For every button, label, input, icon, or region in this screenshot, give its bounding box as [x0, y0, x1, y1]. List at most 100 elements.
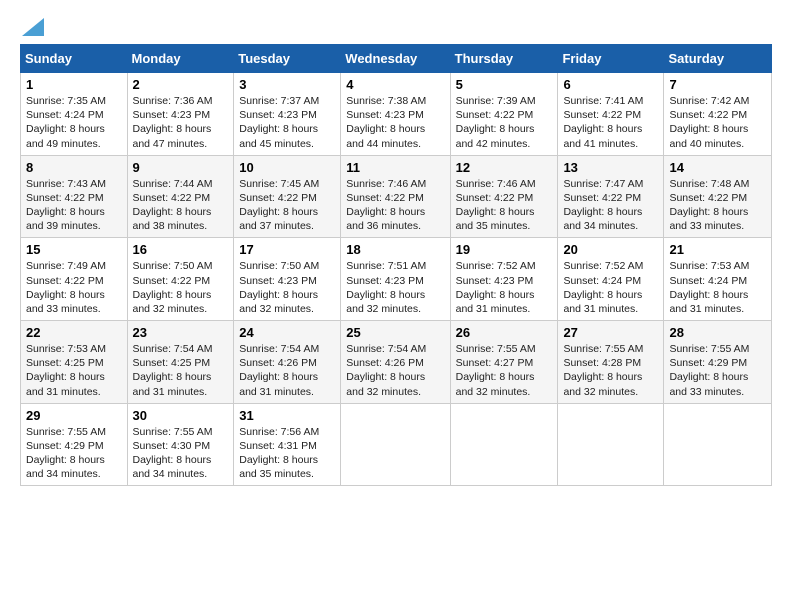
calendar-cell [341, 403, 450, 486]
day-info: Sunrise: 7:46 AM Sunset: 4:22 PM Dayligh… [456, 177, 553, 234]
day-number: 1 [26, 77, 122, 92]
day-info: Sunrise: 7:41 AM Sunset: 4:22 PM Dayligh… [563, 94, 658, 151]
calendar-cell: 27 Sunrise: 7:55 AM Sunset: 4:28 PM Dayl… [558, 321, 664, 404]
day-number: 10 [239, 160, 335, 175]
day-info: Sunrise: 7:56 AM Sunset: 4:31 PM Dayligh… [239, 425, 335, 482]
day-info: Sunrise: 7:52 AM Sunset: 4:24 PM Dayligh… [563, 259, 658, 316]
calendar-table: SundayMondayTuesdayWednesdayThursdayFrid… [20, 44, 772, 486]
day-info: Sunrise: 7:52 AM Sunset: 4:23 PM Dayligh… [456, 259, 553, 316]
day-number: 26 [456, 325, 553, 340]
day-number: 22 [26, 325, 122, 340]
calendar-cell: 13 Sunrise: 7:47 AM Sunset: 4:22 PM Dayl… [558, 155, 664, 238]
day-info: Sunrise: 7:39 AM Sunset: 4:22 PM Dayligh… [456, 94, 553, 151]
day-info: Sunrise: 7:53 AM Sunset: 4:24 PM Dayligh… [669, 259, 766, 316]
calendar-cell: 4 Sunrise: 7:38 AM Sunset: 4:23 PM Dayli… [341, 73, 450, 156]
day-number: 25 [346, 325, 444, 340]
day-number: 6 [563, 77, 658, 92]
calendar-cell: 5 Sunrise: 7:39 AM Sunset: 4:22 PM Dayli… [450, 73, 558, 156]
calendar-week-row: 15 Sunrise: 7:49 AM Sunset: 4:22 PM Dayl… [21, 238, 772, 321]
calendar-header-row: SundayMondayTuesdayWednesdayThursdayFrid… [21, 45, 772, 73]
calendar-cell: 19 Sunrise: 7:52 AM Sunset: 4:23 PM Dayl… [450, 238, 558, 321]
day-info: Sunrise: 7:53 AM Sunset: 4:25 PM Dayligh… [26, 342, 122, 399]
calendar-cell: 21 Sunrise: 7:53 AM Sunset: 4:24 PM Dayl… [664, 238, 772, 321]
logo [20, 18, 44, 36]
header [20, 18, 772, 36]
day-info: Sunrise: 7:49 AM Sunset: 4:22 PM Dayligh… [26, 259, 122, 316]
day-number: 3 [239, 77, 335, 92]
calendar-cell: 8 Sunrise: 7:43 AM Sunset: 4:22 PM Dayli… [21, 155, 128, 238]
calendar-cell: 15 Sunrise: 7:49 AM Sunset: 4:22 PM Dayl… [21, 238, 128, 321]
day-info: Sunrise: 7:38 AM Sunset: 4:23 PM Dayligh… [346, 94, 444, 151]
calendar-week-row: 8 Sunrise: 7:43 AM Sunset: 4:22 PM Dayli… [21, 155, 772, 238]
calendar-cell: 18 Sunrise: 7:51 AM Sunset: 4:23 PM Dayl… [341, 238, 450, 321]
calendar-cell: 23 Sunrise: 7:54 AM Sunset: 4:25 PM Dayl… [127, 321, 234, 404]
calendar-cell: 17 Sunrise: 7:50 AM Sunset: 4:23 PM Dayl… [234, 238, 341, 321]
calendar-header-thursday: Thursday [450, 45, 558, 73]
calendar-cell: 20 Sunrise: 7:52 AM Sunset: 4:24 PM Dayl… [558, 238, 664, 321]
calendar-cell: 12 Sunrise: 7:46 AM Sunset: 4:22 PM Dayl… [450, 155, 558, 238]
day-number: 21 [669, 242, 766, 257]
day-number: 27 [563, 325, 658, 340]
day-info: Sunrise: 7:45 AM Sunset: 4:22 PM Dayligh… [239, 177, 335, 234]
logo-arrow-icon [22, 18, 44, 36]
day-info: Sunrise: 7:42 AM Sunset: 4:22 PM Dayligh… [669, 94, 766, 151]
calendar-cell: 10 Sunrise: 7:45 AM Sunset: 4:22 PM Dayl… [234, 155, 341, 238]
day-number: 7 [669, 77, 766, 92]
day-number: 20 [563, 242, 658, 257]
day-number: 18 [346, 242, 444, 257]
calendar-cell [558, 403, 664, 486]
calendar-cell [664, 403, 772, 486]
day-info: Sunrise: 7:54 AM Sunset: 4:25 PM Dayligh… [133, 342, 229, 399]
page: SundayMondayTuesdayWednesdayThursdayFrid… [0, 0, 792, 496]
day-number: 28 [669, 325, 766, 340]
calendar-cell: 7 Sunrise: 7:42 AM Sunset: 4:22 PM Dayli… [664, 73, 772, 156]
day-number: 13 [563, 160, 658, 175]
calendar-header-saturday: Saturday [664, 45, 772, 73]
calendar-cell: 16 Sunrise: 7:50 AM Sunset: 4:22 PM Dayl… [127, 238, 234, 321]
day-number: 2 [133, 77, 229, 92]
day-number: 23 [133, 325, 229, 340]
calendar-cell [450, 403, 558, 486]
calendar-cell: 22 Sunrise: 7:53 AM Sunset: 4:25 PM Dayl… [21, 321, 128, 404]
day-number: 30 [133, 408, 229, 423]
day-info: Sunrise: 7:43 AM Sunset: 4:22 PM Dayligh… [26, 177, 122, 234]
day-number: 12 [456, 160, 553, 175]
calendar-cell: 30 Sunrise: 7:55 AM Sunset: 4:30 PM Dayl… [127, 403, 234, 486]
calendar-week-row: 22 Sunrise: 7:53 AM Sunset: 4:25 PM Dayl… [21, 321, 772, 404]
calendar-header-friday: Friday [558, 45, 664, 73]
day-number: 5 [456, 77, 553, 92]
calendar-body: 1 Sunrise: 7:35 AM Sunset: 4:24 PM Dayli… [21, 73, 772, 486]
day-number: 14 [669, 160, 766, 175]
calendar-cell: 3 Sunrise: 7:37 AM Sunset: 4:23 PM Dayli… [234, 73, 341, 156]
day-info: Sunrise: 7:55 AM Sunset: 4:29 PM Dayligh… [669, 342, 766, 399]
calendar-header-monday: Monday [127, 45, 234, 73]
day-info: Sunrise: 7:47 AM Sunset: 4:22 PM Dayligh… [563, 177, 658, 234]
calendar-header-tuesday: Tuesday [234, 45, 341, 73]
calendar-cell: 28 Sunrise: 7:55 AM Sunset: 4:29 PM Dayl… [664, 321, 772, 404]
day-number: 24 [239, 325, 335, 340]
calendar-cell: 26 Sunrise: 7:55 AM Sunset: 4:27 PM Dayl… [450, 321, 558, 404]
day-number: 11 [346, 160, 444, 175]
calendar-cell: 9 Sunrise: 7:44 AM Sunset: 4:22 PM Dayli… [127, 155, 234, 238]
day-info: Sunrise: 7:48 AM Sunset: 4:22 PM Dayligh… [669, 177, 766, 234]
day-number: 29 [26, 408, 122, 423]
calendar-header-wednesday: Wednesday [341, 45, 450, 73]
day-info: Sunrise: 7:54 AM Sunset: 4:26 PM Dayligh… [239, 342, 335, 399]
day-number: 9 [133, 160, 229, 175]
calendar-cell: 1 Sunrise: 7:35 AM Sunset: 4:24 PM Dayli… [21, 73, 128, 156]
day-number: 4 [346, 77, 444, 92]
day-info: Sunrise: 7:55 AM Sunset: 4:29 PM Dayligh… [26, 425, 122, 482]
calendar-cell: 29 Sunrise: 7:55 AM Sunset: 4:29 PM Dayl… [21, 403, 128, 486]
day-info: Sunrise: 7:55 AM Sunset: 4:30 PM Dayligh… [133, 425, 229, 482]
calendar-cell: 25 Sunrise: 7:54 AM Sunset: 4:26 PM Dayl… [341, 321, 450, 404]
day-info: Sunrise: 7:46 AM Sunset: 4:22 PM Dayligh… [346, 177, 444, 234]
day-number: 31 [239, 408, 335, 423]
day-number: 16 [133, 242, 229, 257]
calendar-cell: 2 Sunrise: 7:36 AM Sunset: 4:23 PM Dayli… [127, 73, 234, 156]
day-info: Sunrise: 7:55 AM Sunset: 4:27 PM Dayligh… [456, 342, 553, 399]
calendar-header-sunday: Sunday [21, 45, 128, 73]
day-number: 15 [26, 242, 122, 257]
logo-line1 [20, 18, 44, 36]
calendar-cell: 24 Sunrise: 7:54 AM Sunset: 4:26 PM Dayl… [234, 321, 341, 404]
calendar-cell: 14 Sunrise: 7:48 AM Sunset: 4:22 PM Dayl… [664, 155, 772, 238]
